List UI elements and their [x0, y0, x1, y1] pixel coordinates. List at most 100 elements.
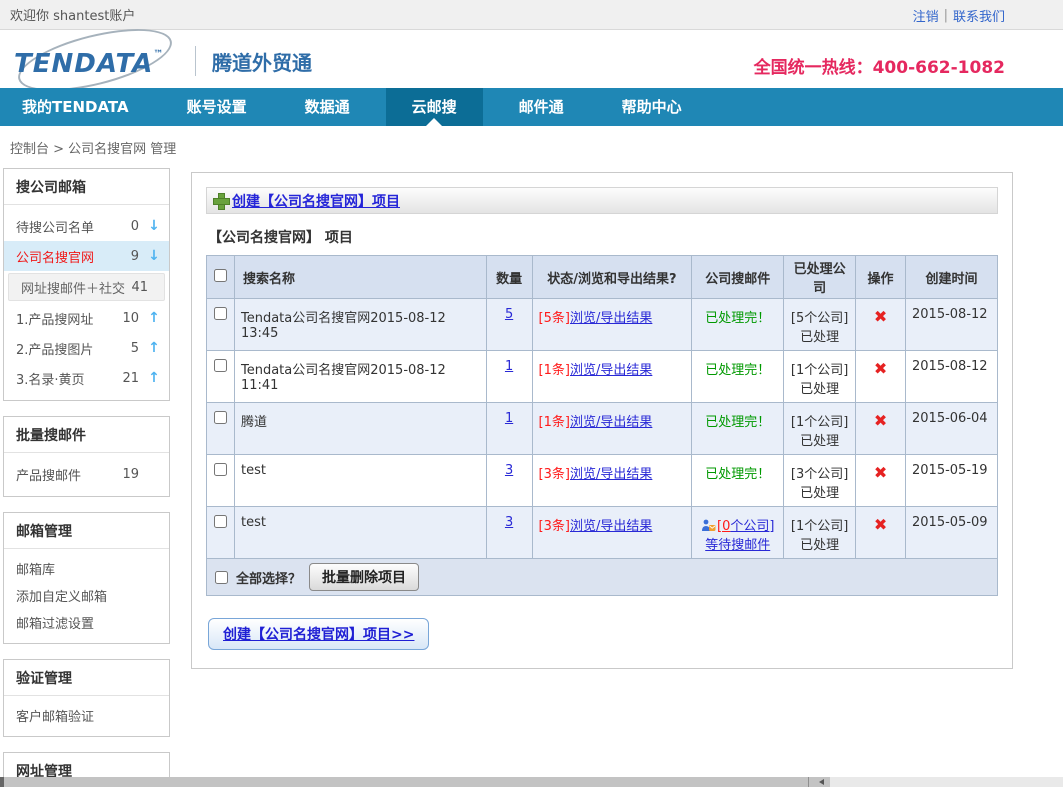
waiting-search-email-link[interactable]: 等待搜邮件 [705, 538, 770, 553]
processed-count: [5个公司] [791, 311, 848, 326]
result-count: [1条] [539, 415, 570, 430]
tendata-logo: TENDATA™ [12, 39, 187, 83]
up-arrow-icon: ↑ [147, 340, 161, 356]
down-arrow-icon: ↓ [147, 248, 161, 264]
created-date: 2015-05-09 [906, 507, 998, 559]
quantity-link[interactable]: 1 [505, 411, 513, 426]
logo-divider [195, 46, 196, 76]
row-checkbox[interactable] [214, 411, 227, 424]
sidebar-item-product-search-url[interactable]: 1.产品搜网址 10 ↑ [4, 303, 169, 333]
view-export-results-link[interactable]: 浏览/导出结果 [570, 519, 652, 534]
sidebar-item-mailbox-library[interactable]: 邮箱库 [4, 555, 169, 582]
result-count: [3条] [539, 467, 570, 482]
created-date: 2015-05-19 [906, 455, 998, 507]
processed-status: 已处理完！ [705, 415, 770, 430]
view-export-results-link[interactable]: 浏览/导出结果 [570, 311, 652, 326]
item-count: 19 [117, 467, 139, 482]
sidebar-section-verification-management: 验证管理 客户邮箱验证 [3, 659, 170, 737]
horizontal-scrollbar[interactable] [0, 777, 1063, 787]
red-x-icon[interactable]: ✖ [874, 463, 887, 482]
item-count: 41 [131, 280, 148, 295]
sidebar-section-mailbox-management: 邮箱管理 邮箱库 添加自定义邮箱 邮箱过滤设置 [3, 512, 170, 644]
scroll-left-arrow-icon[interactable] [819, 779, 824, 785]
create-project-button[interactable]: 创建【公司名搜官网】项目>> [208, 618, 429, 650]
trademark-symbol: ™ [153, 49, 164, 60]
quantity-link[interactable]: 1 [505, 359, 513, 374]
view-export-results-link[interactable]: 浏览/导出结果 [570, 415, 652, 430]
table-header-row: 搜索名称 数量 状态/浏览和导出结果? 公司搜邮件 已处理公司 操作 创建时间 [207, 256, 998, 299]
sidebar: 搜公司邮箱 待搜公司名单 0 ↓ 公司名搜官网 9 ↓ 网址搜邮件＋社交 41 [3, 168, 170, 787]
sidebar-item-pending-company-list[interactable]: 待搜公司名单 0 ↓ [4, 211, 169, 241]
red-x-icon[interactable]: ✖ [874, 515, 887, 534]
result-count: [5条] [539, 311, 570, 326]
item-count: 5 [117, 341, 139, 356]
main-nav: 我的TENDATA 账号设置 数据通 云邮搜 邮件通 帮助中心 [0, 88, 1063, 126]
row-checkbox[interactable] [214, 359, 227, 372]
scrollbar-corner [0, 777, 4, 787]
processed-status: 已处理完！ [705, 467, 770, 482]
up-arrow-icon: ↑ [147, 370, 161, 386]
sidebar-item-product-search-image[interactable]: 2.产品搜图片 5 ↑ [4, 333, 169, 363]
contact-us-link[interactable]: 联系我们 [953, 6, 1005, 25]
red-x-icon[interactable]: ✖ [874, 359, 887, 378]
nav-item-mail-pass[interactable]: 邮件通 [497, 88, 586, 126]
processed-count: [1个公司] [791, 363, 848, 378]
sidebar-item-mailbox-filter-settings[interactable]: 邮箱过滤设置 [4, 609, 169, 636]
waiting-companies-link[interactable]: 个公司] [730, 519, 774, 534]
page: 欢迎你 shantest账户 注销 | 联系我们 TENDATA™ 腾道外贸通 … [0, 0, 1063, 787]
col-processed-company: 已处理公司 [784, 256, 856, 299]
quantity-link[interactable]: 3 [505, 463, 513, 478]
processed-count: [1个公司] [791, 415, 848, 430]
col-company-search-email: 公司搜邮件 [692, 256, 784, 299]
scrollbar-track[interactable] [830, 777, 1063, 787]
row-checkbox[interactable] [214, 307, 227, 320]
created-date: 2015-06-04 [906, 403, 998, 455]
project-name: Tendata公司名搜官网2015-08-12 11:41 [234, 351, 486, 403]
processed-status: 已处理完！ [705, 311, 770, 326]
result-count: [1条] [539, 363, 570, 378]
table-title: 【公司名搜官网】 项目 [208, 227, 998, 247]
view-export-results-link[interactable]: 浏览/导出结果 [570, 363, 652, 378]
nav-item-cloud-mail-search[interactable]: 云邮搜 [386, 88, 483, 126]
down-arrow-icon: ↓ [147, 218, 161, 234]
project-name: test [234, 455, 486, 507]
red-x-icon[interactable]: ✖ [874, 411, 887, 430]
sidebar-item-add-custom-mailbox[interactable]: 添加自定义邮箱 [4, 582, 169, 609]
sidebar-section-search-company-email: 搜公司邮箱 待搜公司名单 0 ↓ 公司名搜官网 9 ↓ 网址搜邮件＋社交 41 [3, 168, 170, 401]
created-date: 2015-08-12 [906, 351, 998, 403]
quantity-link[interactable]: 3 [505, 515, 513, 530]
batch-delete-button[interactable]: 批量删除项目 [309, 563, 419, 591]
nav-item-data-pass[interactable]: 数据通 [283, 88, 372, 126]
sidebar-item-product-search-email[interactable]: 产品搜邮件 19 [4, 459, 169, 489]
nav-item-help-center[interactable]: 帮助中心 [600, 88, 704, 126]
nav-item-my-tendata[interactable]: 我的TENDATA [0, 88, 151, 126]
waiting-count: [0 [717, 519, 730, 534]
item-count: 10 [117, 311, 139, 326]
select-all-header-checkbox[interactable] [214, 269, 227, 282]
row-checkbox[interactable] [214, 463, 227, 476]
col-quantity: 数量 [486, 256, 532, 299]
col-status-results: 状态/浏览和导出结果? [532, 256, 692, 299]
main-content: 创建【公司名搜官网】项目 【公司名搜官网】 项目 搜索名称 数量 状态/浏览和导… [191, 172, 1013, 669]
sidebar-item-customer-email-verification[interactable]: 客户邮箱验证 [4, 702, 169, 729]
logout-link[interactable]: 注销 [913, 6, 939, 25]
plus-icon [213, 193, 228, 208]
sidebar-item-url-search-email-social[interactable]: 网址搜邮件＋社交 41 [8, 273, 165, 301]
brand-name: 腾道外贸通 [212, 47, 312, 76]
sidebar-item-company-name-search-site[interactable]: 公司名搜官网 9 ↓ [4, 241, 169, 271]
project-name: 腾道 [234, 403, 486, 455]
view-export-results-link[interactable]: 浏览/导出结果 [570, 467, 652, 482]
select-all-checkbox[interactable] [215, 571, 228, 584]
row-checkbox[interactable] [214, 515, 227, 528]
red-x-icon[interactable]: ✖ [874, 307, 887, 326]
col-created-date: 创建时间 [906, 256, 998, 299]
item-count: 0 [117, 219, 139, 234]
sidebar-item-directory-yellowpages[interactable]: 3.名录·黄页 21 ↑ [4, 363, 169, 393]
person-email-icon [701, 519, 716, 532]
create-project-bar: 创建【公司名搜官网】项目 [206, 187, 998, 214]
table-footer-row: 全部选择？ 批量删除项目 [207, 559, 998, 596]
quantity-link[interactable]: 5 [505, 307, 513, 322]
create-project-link[interactable]: 创建【公司名搜官网】项目 [232, 191, 400, 211]
col-search-name: 搜索名称 [234, 256, 486, 299]
nav-item-account-settings[interactable]: 账号设置 [165, 88, 269, 126]
